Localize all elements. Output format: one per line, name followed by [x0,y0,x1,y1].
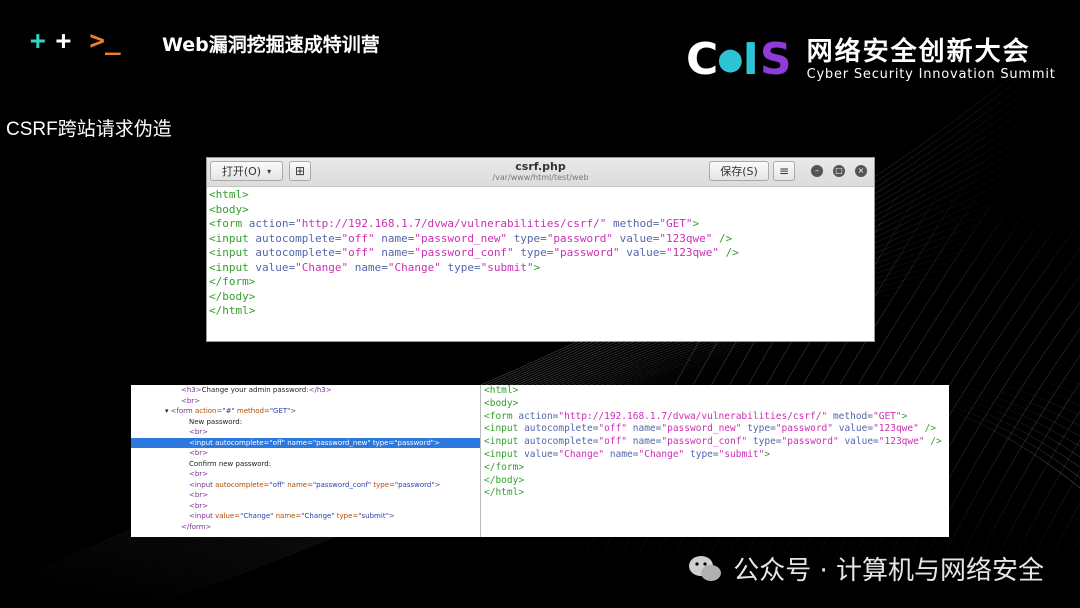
code-line: </form> [484,461,525,473]
save-button[interactable]: 保存(S) [709,161,769,181]
plus-icon: + [30,26,46,56]
minimize-icon[interactable]: – [811,165,823,177]
code-line: <input autocomplete="off" name="password… [209,246,739,259]
code-line: <input value="Change" name="Change" type… [484,448,771,460]
close-icon[interactable]: × [855,165,867,177]
dom-node[interactable]: <br> [131,427,480,438]
maximize-icon[interactable]: □ [833,165,845,177]
dom-node[interactable]: ▾ <form action="#" method="GET"> [131,406,480,417]
dom-node[interactable]: <br> [131,469,480,480]
mesh-line [1046,536,1080,608]
watermark: 公众号 · 计算机与网络安全 [687,550,1044,587]
logo-dot-icon: ● [717,42,745,77]
code-line: </html> [484,487,525,499]
code-line: <form action="http://192.168.1.7/dvwa/vu… [209,217,700,230]
course-title: Web漏洞挖掘速成特训营 [162,34,380,56]
code-line: <html> [484,385,519,396]
brand-marks: + + >_ [30,26,121,56]
devtools-editor-split: <h3>Change your admin password:</h3> <br>… [131,385,949,537]
dom-node[interactable]: <input autocomplete="off" name="password… [131,480,480,491]
dom-node[interactable]: <input value="Change" name="Change" type… [131,511,480,522]
logo-letter-i: I [742,34,760,85]
code-line: </form> [209,275,256,288]
expand-triangle-icon[interactable]: ▾ [165,407,169,415]
code-line: <input autocomplete="off" name="password… [209,231,733,245]
dom-node[interactable]: Confirm new password: [131,459,480,470]
hamburger-menu-icon[interactable]: ≡ [773,161,795,181]
code-line: <input value="Change" name="Change" type… [209,260,541,274]
code-line: <body> [484,397,519,409]
text-editor-window: 打开(O) ▾ ⊞ csrf.php /var/www/html/test/we… [206,157,875,342]
dom-node[interactable]: <br> [131,490,480,501]
terminal-prompt-icon: >_ [89,26,121,56]
dom-node[interactable]: New password: [131,417,480,428]
plus-icon: + [55,26,72,56]
logo-letter-s: S [759,34,793,85]
wechat-icon [689,555,722,581]
logo-title-en: Cyber Security Innovation Summit [806,66,1056,82]
devtools-elements-panel[interactable]: <h3>Change your admin password:</h3> <br>… [131,385,481,537]
dom-node[interactable]: <br> [131,396,480,407]
dom-node[interactable]: <h3>Change your admin password:</h3> [131,385,480,396]
code-line: </body> [484,474,525,486]
dom-node-selected[interactable]: <input autocomplete="off" name="password… [131,437,480,448]
code-editor-area[interactable]: <html> <body> <form action="http://192.168… [207,187,874,319]
dom-node[interactable]: <br> [131,448,480,459]
code-line: </html> [209,304,256,317]
watermark-text: 公众号 · 计算机与网络安全 [733,556,1044,586]
code-line: <form action="http://192.168.1.7/dvwa/vu… [484,410,908,422]
logo-letter-c: C [686,34,720,85]
cis-logo: C ● I S 网络安全创新大会 Cyber Security Innovati… [686,34,1056,85]
logo-title-cn: 网络安全创新大会 [806,36,1031,67]
code-line: <html> [209,188,249,201]
slide-heading: CSRF跨站请求伪造 [6,119,172,140]
mesh-line [1064,573,1080,608]
dom-node[interactable]: <br> [131,501,480,512]
code-line: </body> [209,289,256,303]
code-editor-area-2[interactable]: <html> <body> <form action="http://192.168… [481,385,949,537]
mesh-line [956,382,1080,608]
cis-logo-mark: C ● I S [686,34,793,85]
dom-node[interactable]: </form> [131,522,480,533]
code-line: <body> [209,202,249,216]
code-line: <input autocomplete="off" name="password… [484,436,942,448]
code-line: <input autocomplete="off" name="password… [484,423,937,435]
editor-titlebar: 打开(O) ▾ ⊞ csrf.php /var/www/html/test/we… [207,158,874,187]
